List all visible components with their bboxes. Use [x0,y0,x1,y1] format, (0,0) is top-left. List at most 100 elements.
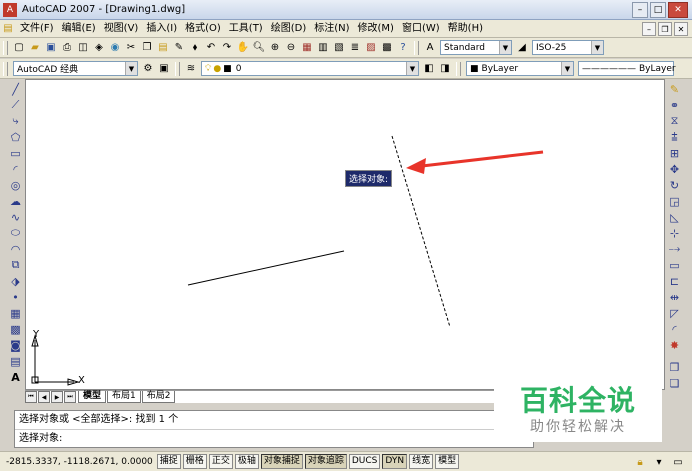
region-icon[interactable]: ◙ [9,338,23,352]
tab-model[interactable]: 模型 [78,391,107,403]
clean-screen-icon[interactable]: ▭ [671,455,685,469]
circle-icon[interactable]: ◎ [9,178,23,192]
rotate-icon[interactable]: ↻ [668,178,682,192]
tab-prev-button[interactable]: ◀ [38,391,50,403]
stretch-icon[interactable]: ◺ [668,210,682,224]
mirror-icon[interactable]: ⧖ [668,114,682,128]
snap-toggle[interactable]: 捕捉 [156,454,181,469]
menu-view[interactable]: 视图(V) [100,21,143,37]
tab-next-button[interactable]: ▶ [51,391,63,403]
doc-close-button[interactable]: ✕ [674,22,688,36]
send-back-icon[interactable]: ❏ [668,376,682,390]
menu-tools[interactable]: 工具(T) [225,21,267,37]
polyline-icon[interactable]: ⤷ [9,114,23,128]
grid-toggle[interactable]: 栅格 [182,454,207,469]
doc-restore-button[interactable]: ❐ [658,22,672,36]
offset-icon[interactable]: ⩲ [668,130,682,144]
menu-file[interactable]: 文件(F) [16,21,58,37]
break-icon[interactable]: ⊏ [668,274,682,288]
dim-style-select[interactable]: ISO-25 ▼ [532,40,604,55]
otrack-toggle[interactable]: 对象追踪 [304,454,347,469]
tab-last-button[interactable]: ⏭ [64,391,76,403]
draw-order-icon[interactable]: ❐ [668,360,682,374]
command-window[interactable]: 选择对象或 <全部选择>: 找到 1 个 选择对象: [14,410,534,448]
join-icon[interactable]: ⇹ [668,290,682,304]
menu-dimension[interactable]: 标注(N) [310,21,353,37]
line-icon[interactable]: ╱ [9,82,23,96]
lineweight-toggle[interactable]: 线宽 [409,454,434,469]
osnap-toggle[interactable]: 对象捕捉 [260,454,303,469]
fillet-icon[interactable]: ◜ [668,322,682,336]
hatch-icon[interactable]: ▦ [9,306,23,320]
design-center-icon[interactable]: ▥ [316,41,330,55]
undo-icon[interactable]: ↶ [204,41,218,55]
zoom-realtime-icon[interactable]: 🔍︎ [252,41,266,55]
copy-object-icon[interactable]: ⚭ [668,98,682,112]
text-style-icon[interactable]: A [423,41,437,55]
paste-icon[interactable]: ▤ [156,41,170,55]
help-icon[interactable]: ? [396,41,410,55]
zoom-window-icon[interactable]: ⊕ [268,41,282,55]
doc-minimize-button[interactable]: – [642,22,656,36]
properties-icon[interactable]: ▦ [300,41,314,55]
publish-icon[interactable]: ◈ [92,41,106,55]
tab-layout2[interactable]: 布局2 [141,391,176,403]
menu-modify[interactable]: 修改(M) [354,21,398,37]
menu-window[interactable]: 窗口(W) [398,21,444,37]
calculator-icon[interactable]: ▩ [380,41,394,55]
sheet-set-icon[interactable]: ≣ [348,41,362,55]
minimize-button[interactable]: – [632,2,648,18]
tray-settings-icon[interactable]: ▾ [652,455,666,469]
layer-manager-icon[interactable]: ≋ [184,62,198,76]
color-select[interactable]: ■ ByLayer ▼ [466,61,574,76]
revision-cloud-icon[interactable]: ☁ [9,194,23,208]
maximize-button[interactable]: □ [650,2,666,18]
trim-icon[interactable]: ⊹ [668,226,682,240]
workspace-save-icon[interactable]: ▣ [157,62,171,76]
polar-toggle[interactable]: 极轴 [234,454,259,469]
block-editor-icon[interactable]: ⬧ [188,41,202,55]
tab-layout1[interactable]: 布局1 [107,391,141,403]
array-icon[interactable]: ⊞ [668,146,682,160]
drawing-canvas[interactable]: 选择对象: Y X [25,79,665,390]
cut-icon[interactable]: ✂ [124,41,138,55]
close-button[interactable]: ✕ [668,2,688,18]
match-properties-icon[interactable]: ✎ [172,41,186,55]
open-icon[interactable]: ▰ [28,41,42,55]
dim-style-icon[interactable]: ◢ [515,41,529,55]
table-icon[interactable]: ▤ [9,354,23,368]
lock-icon[interactable]: 🔒︎ [633,455,647,469]
document-icon[interactable]: ▤ [1,22,15,36]
move-icon[interactable]: ✥ [668,162,682,176]
menu-draw[interactable]: 绘图(D) [267,21,311,37]
ducs-toggle[interactable]: DUCS [348,454,381,469]
extend-icon[interactable]: ⤍ [668,242,682,256]
pan-icon[interactable]: ✋ [236,41,250,55]
menu-insert[interactable]: 插入(I) [142,21,181,37]
ellipse-icon[interactable]: ⬭ [9,226,23,240]
layer-previous-icon[interactable]: ◨ [438,62,452,76]
construction-line-icon[interactable]: ⟋ [9,98,23,112]
text-style-select[interactable]: Standard ▼ [440,40,512,55]
layer-select[interactable]: 💡︎ ● ■ 0 ▼ [201,61,419,76]
redo-icon[interactable]: ↷ [220,41,234,55]
scale-icon[interactable]: ◲ [668,194,682,208]
spline-icon[interactable]: ∿ [9,210,23,224]
print-preview-icon[interactable]: ◫ [76,41,90,55]
point-icon[interactable]: • [9,290,23,304]
explode-icon[interactable]: ✸ [668,338,682,352]
chamfer-icon[interactable]: ◸ [668,306,682,320]
make-current-layer-icon[interactable]: ◧ [422,62,436,76]
workspace-select[interactable]: AutoCAD 经典 ▼ [13,61,138,76]
copy-icon[interactable]: ❐ [140,41,154,55]
save-icon[interactable]: ▣ [44,41,58,55]
menu-format[interactable]: 格式(O) [181,21,225,37]
polygon-icon[interactable]: ⬠ [9,130,23,144]
zoom-previous-icon[interactable]: ⊖ [284,41,298,55]
make-block-icon[interactable]: ⬗ [9,274,23,288]
rectangle-icon[interactable]: ▭ [9,146,23,160]
insert-block-icon[interactable]: ⧉ [9,258,23,272]
multiline-text-icon[interactable]: A [9,370,23,384]
erase-icon[interactable]: ✎ [668,82,682,96]
gradient-icon[interactable]: ▩ [9,322,23,336]
